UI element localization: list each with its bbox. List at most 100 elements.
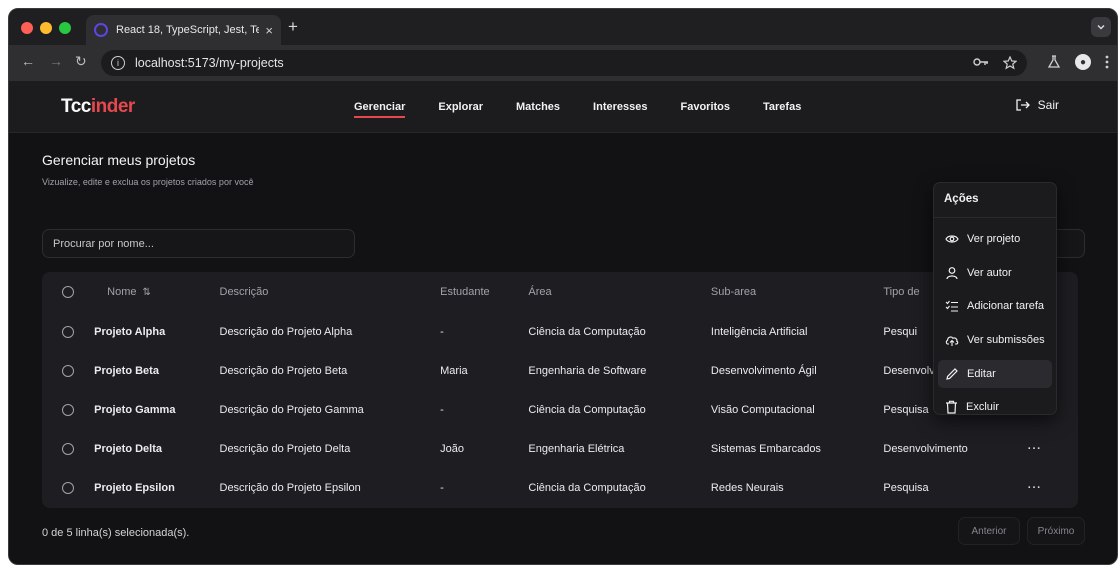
header-area: Área <box>528 286 552 298</box>
menu-title: Ações <box>944 193 979 205</box>
project-name: Projeto Gamma <box>94 403 176 416</box>
menu-item-excluir[interactable]: Excluir <box>938 393 1052 421</box>
chevron-down-icon <box>1097 24 1105 30</box>
project-name: Projeto Delta <box>94 442 162 455</box>
menu-item-adicionar-tarefa[interactable]: Adicionar tarefa <box>938 292 1052 320</box>
maximize-window-button[interactable] <box>59 22 71 34</box>
pencil-icon <box>946 368 958 380</box>
bookmark-star-icon[interactable] <box>1003 56 1017 70</box>
previous-page-button[interactable]: Anterior <box>958 517 1020 545</box>
new-tab-button[interactable]: + <box>288 17 298 37</box>
project-student: - <box>440 481 444 494</box>
logo-prefix: Tcc <box>61 96 91 117</box>
row-select-radio[interactable] <box>62 325 74 338</box>
menu-item-label: Ver submissões <box>967 334 1045 346</box>
list-checks-icon <box>945 300 958 312</box>
menu-item-label: Ver autor <box>967 267 1012 279</box>
menu-item-ver-submissoes[interactable]: Ver submissões <box>938 326 1052 354</box>
search-input[interactable] <box>42 229 355 258</box>
favicon-icon <box>94 23 108 37</box>
password-key-icon[interactable] <box>973 56 989 68</box>
nav-explorar[interactable]: Explorar <box>438 101 483 118</box>
project-subarea: Inteligência Artificial <box>710 325 808 338</box>
project-student: João <box>440 442 464 455</box>
row-select-radio[interactable] <box>62 481 74 494</box>
trash-icon <box>946 400 957 414</box>
menu-item-label: Editar <box>967 368 996 380</box>
project-subarea: Redes Neurais <box>710 481 784 494</box>
labs-flask-icon[interactable] <box>1047 55 1061 69</box>
table-row[interactable]: Projeto Beta Descrição do Projeto Beta M… <box>42 351 1078 390</box>
row-actions-button[interactable]: ··· <box>1028 443 1042 455</box>
project-student: - <box>440 403 444 416</box>
cloud-upload-icon <box>945 335 959 346</box>
project-area: Ciência da Computação <box>528 325 646 338</box>
row-select-radio[interactable] <box>62 442 74 455</box>
browser-tab[interactable]: React 18, TypeScript, Jest, Te × <box>86 15 281 45</box>
profile-avatar-icon[interactable]: ● <box>1075 54 1091 70</box>
projects-table: Nome ⇅ Descrição Estudante Área Sub-area … <box>42 272 1078 508</box>
actions-menu: Ações Ver projeto Ver autor Adicionar ta… <box>933 182 1057 415</box>
nav-interesses[interactable]: Interesses <box>593 101 647 118</box>
menu-item-ver-autor[interactable]: Ver autor <box>938 259 1052 287</box>
logout-button[interactable]: Sair <box>1016 98 1059 112</box>
project-name: Projeto Beta <box>94 364 159 377</box>
header-nome-label: Nome <box>107 286 137 298</box>
project-name: Projeto Epsilon <box>94 481 175 494</box>
menu-item-label: Ver projeto <box>967 233 1021 245</box>
app-logo[interactable]: Tccinder <box>61 96 135 118</box>
next-page-button[interactable]: Próximo <box>1027 517 1085 545</box>
project-type: Pesquisa <box>883 481 929 494</box>
project-subarea: Desenvolvimento Ágil <box>710 364 817 377</box>
row-select-radio[interactable] <box>62 364 74 377</box>
project-description: Descrição do Projeto Beta <box>219 364 348 377</box>
table-row[interactable]: Projeto Epsilon Descrição do Projeto Eps… <box>42 468 1078 507</box>
project-area: Engenharia de Software <box>528 364 647 377</box>
project-name: Projeto Alpha <box>94 325 166 338</box>
address-bar[interactable]: i localhost:5173/my-projects <box>101 50 1027 76</box>
project-area: Ciência da Computação <box>528 481 646 494</box>
project-area: Engenharia Elétrica <box>528 442 625 455</box>
project-subarea: Sistemas Embarcados <box>710 442 821 455</box>
app-viewport: Tccinder Gerenciar Explorar Matches Inte… <box>9 81 1117 564</box>
tab-search-button[interactable] <box>1091 17 1111 37</box>
project-description: Descrição do Projeto Delta <box>219 442 351 455</box>
project-student: - <box>440 325 444 338</box>
row-actions-button[interactable]: ··· <box>1028 482 1042 494</box>
header-subarea: Sub-area <box>710 286 757 298</box>
select-all-radio[interactable] <box>62 286 74 299</box>
project-type: Desenvolvimento <box>883 442 968 455</box>
header-estudante: Estudante <box>440 286 490 298</box>
tab-title: React 18, TypeScript, Jest, Te <box>116 24 260 36</box>
project-description: Descrição do Projeto Alpha <box>219 325 353 338</box>
kebab-menu-icon[interactable] <box>1105 55 1109 69</box>
row-select-radio[interactable] <box>62 403 74 416</box>
project-description: Descrição do Projeto Epsilon <box>219 481 361 494</box>
browser-window: React 18, TypeScript, Jest, Te × + ← → ↻… <box>8 8 1118 565</box>
nav-tarefas[interactable]: Tarefas <box>763 101 801 118</box>
forward-arrow-icon[interactable]: → <box>49 53 63 69</box>
table-row[interactable]: Projeto Delta Descrição do Projeto Delta… <box>42 429 1078 468</box>
reload-icon[interactable]: ↻ <box>75 53 87 70</box>
app-navbar: Tccinder Gerenciar Explorar Matches Inte… <box>9 81 1117 133</box>
url-text: localhost:5173/my-projects <box>135 56 284 70</box>
minimize-window-button[interactable] <box>40 22 52 34</box>
browser-toolbar: ← → ↻ i localhost:5173/my-projects ● <box>9 45 1117 81</box>
menu-item-ver-projeto[interactable]: Ver projeto <box>938 225 1052 253</box>
tab-close-icon[interactable]: × <box>265 23 273 38</box>
table-row[interactable]: Projeto Gamma Descrição do Projeto Gamma… <box>42 390 1078 429</box>
close-window-button[interactable] <box>21 22 33 34</box>
header-nome[interactable]: Nome ⇅ <box>94 286 151 298</box>
menu-item-label: Excluir <box>966 401 1000 413</box>
nav-favoritos[interactable]: Favoritos <box>680 101 730 118</box>
menu-item-editar[interactable]: Editar <box>938 360 1052 388</box>
header-descricao: Descrição <box>219 286 269 298</box>
nav-gerenciar[interactable]: Gerenciar <box>354 101 406 118</box>
menu-divider <box>934 217 1056 218</box>
sort-icon[interactable]: ⇅ <box>142 287 150 298</box>
nav-matches[interactable]: Matches <box>516 101 560 118</box>
table-row[interactable]: Projeto Alpha Descrição do Projeto Alpha… <box>42 312 1078 351</box>
project-student: Maria <box>440 364 468 377</box>
site-info-icon[interactable]: i <box>111 56 125 70</box>
back-arrow-icon[interactable]: ← <box>21 53 35 69</box>
